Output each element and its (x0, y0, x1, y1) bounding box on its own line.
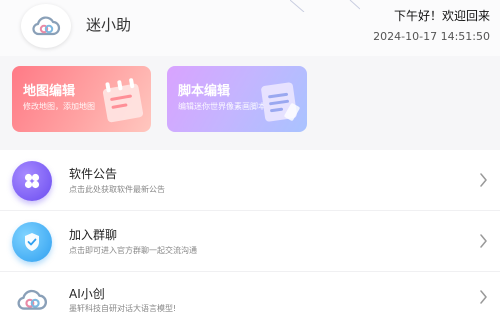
chevron-right-icon (480, 234, 487, 248)
header: 迷小助 下午好！欢迎回来 2024-10-17 14:51:50 (0, 0, 500, 56)
shield-icon (25, 233, 39, 251)
card-title: 脚本编辑 (178, 84, 231, 99)
list-item-announcement[interactable]: 软件公告 点击此处获取软件最新公告 (0, 150, 500, 211)
chevron-right-icon (480, 290, 487, 304)
list-item-join-group[interactable]: 加入群聊 点击即可进入官方群聊一起交流沟通 (0, 211, 500, 272)
cloud-icon (17, 289, 48, 310)
app-name: 迷小助 (86, 16, 132, 34)
card-title: 地图编辑 (23, 84, 76, 99)
list-item-subtitle: 墨轩科技自研对话大语言模型! (69, 304, 177, 313)
menu-list: 软件公告 点击此处获取软件最新公告 加入群聊 点击即可进入官方群聊一起交流沟通 … (0, 150, 500, 333)
announcement-icon-badge (12, 161, 52, 201)
list-item-subtitle: 点击即可进入官方群聊一起交流沟通 (69, 246, 197, 255)
list-item-title: 软件公告 (69, 167, 118, 181)
notebook-icon (102, 78, 144, 123)
script-edit-card[interactable]: 脚本编辑 编辑迷你世界像素画脚本 (167, 66, 307, 132)
feature-cards: 地图编辑 修改地图，添加地图 脚本编辑 编辑迷你世界像素画脚本 (0, 66, 500, 136)
clover-icon (24, 173, 40, 189)
chevron-right-icon (480, 173, 487, 187)
cloud-icon (32, 16, 61, 36)
list-item-title: AI小创 (69, 287, 105, 301)
list-item-title: 加入群聊 (69, 228, 118, 242)
list-item-subtitle: 点击此处获取软件最新公告 (69, 185, 165, 194)
datetime-text: 2024-10-17 14:51:50 (373, 30, 490, 43)
greeting-text: 下午好！欢迎回来 (393, 9, 490, 23)
map-edit-card[interactable]: 地图编辑 修改地图，添加地图 (12, 66, 151, 132)
document-icon (261, 82, 300, 122)
avatar[interactable] (21, 4, 71, 48)
decoration-lines (290, 0, 360, 12)
ai-icon-badge (12, 280, 52, 320)
list-item-ai-assistant[interactable]: AI小创 墨轩科技自研对话大语言模型! (0, 272, 500, 333)
group-icon-badge (12, 222, 52, 262)
